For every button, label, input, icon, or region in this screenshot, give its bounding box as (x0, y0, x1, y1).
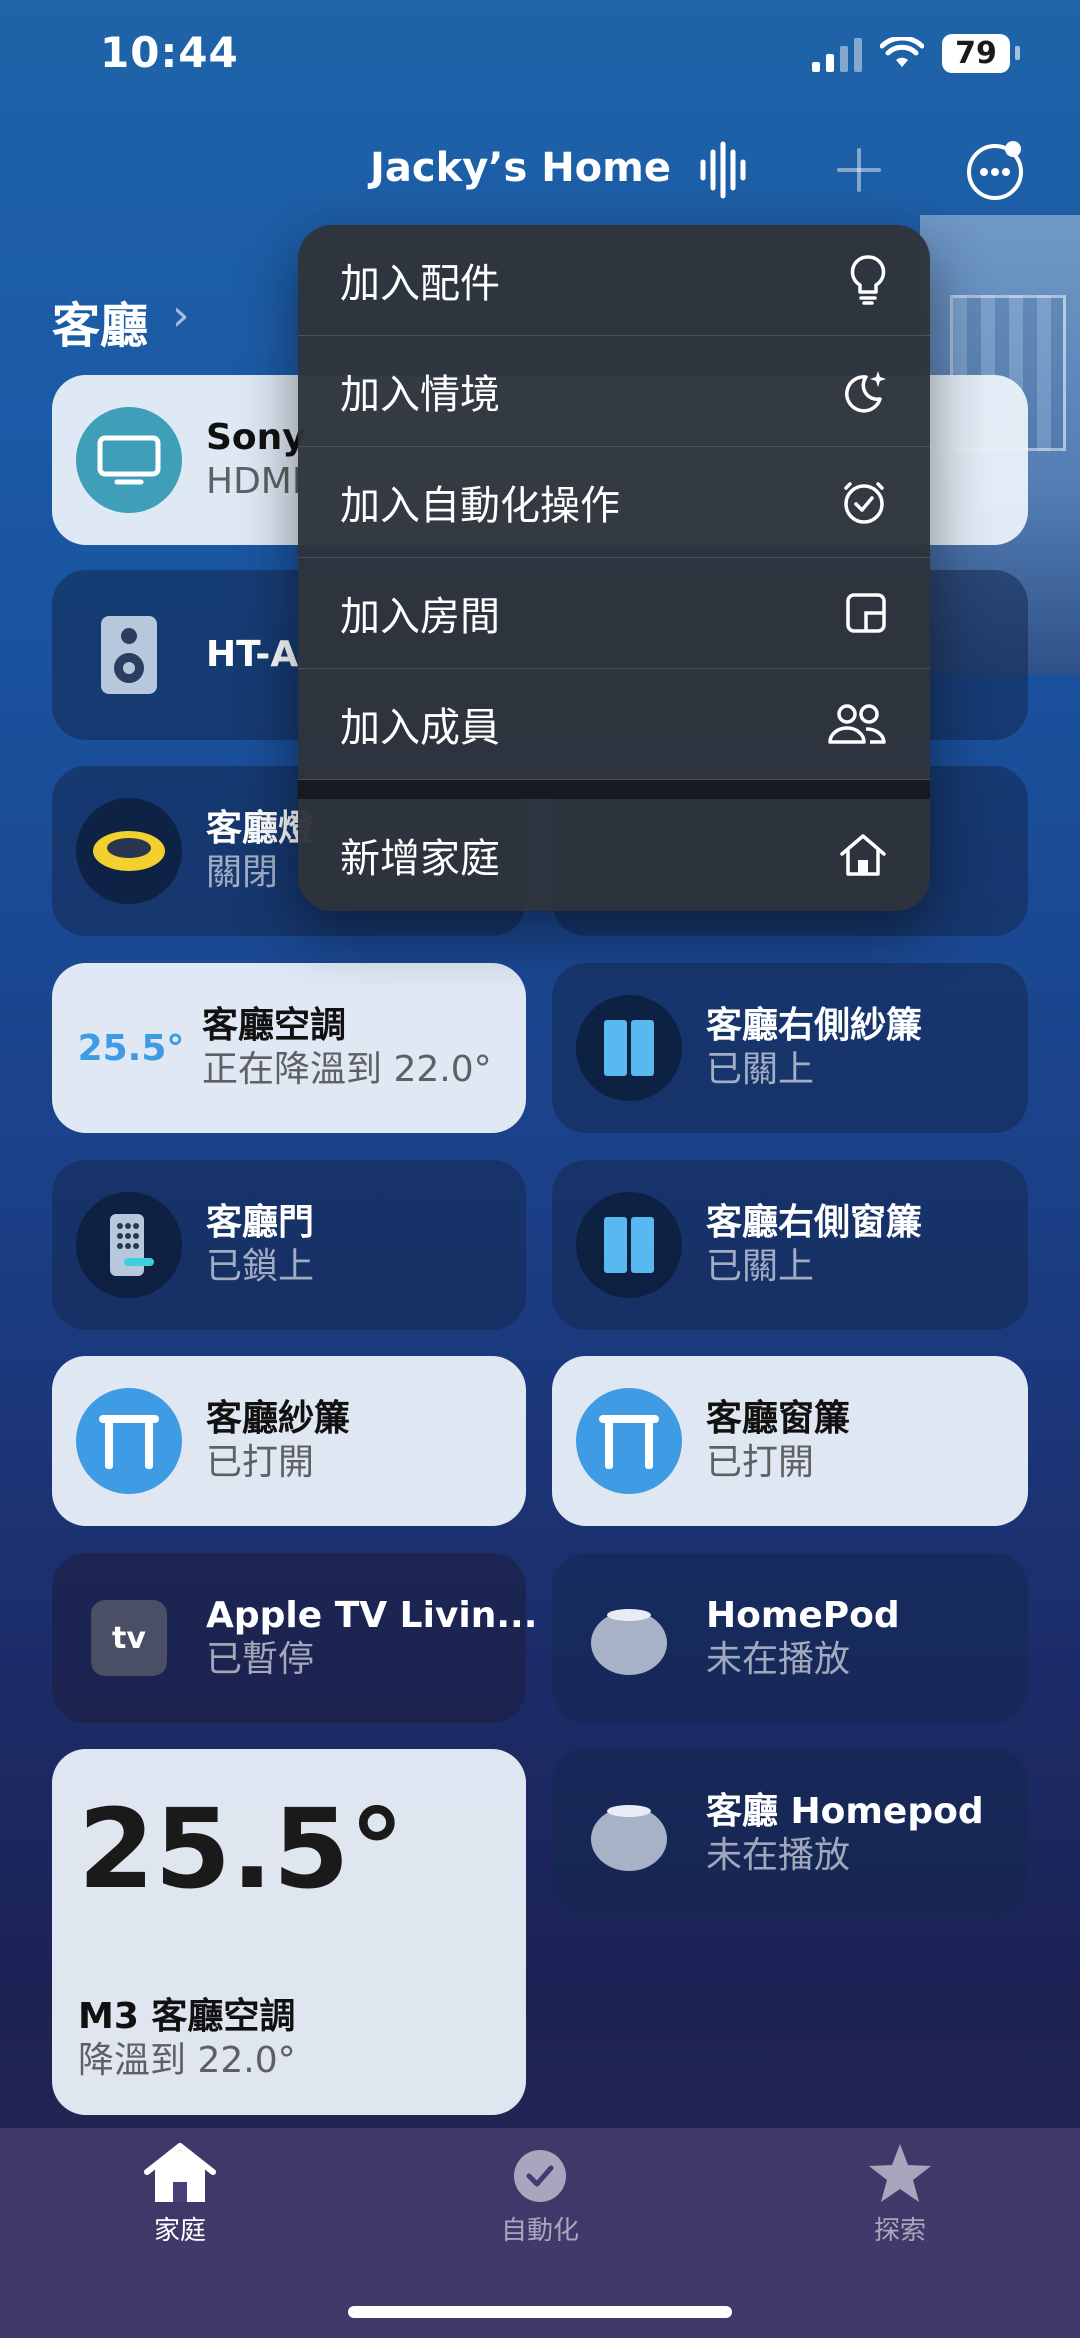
home-title[interactable]: Jacky’s Home (370, 145, 671, 191)
tab-discover[interactable]: 探索 (800, 2142, 1000, 2247)
wifi-icon (880, 36, 924, 67)
tile-homepod-living[interactable]: 客廳 Homepod 未在播放 (552, 1749, 1028, 1919)
add-icon[interactable] (824, 135, 894, 205)
menu-item-new-home[interactable]: 新增家庭 (298, 799, 930, 910)
ceiling-light-icon (76, 798, 182, 904)
chevron-right-icon[interactable]: › (172, 290, 190, 341)
tile-status: 已關上 (706, 1246, 815, 1287)
tile-status: 未在播放 (706, 1639, 851, 1680)
speaker-icon (76, 602, 182, 708)
tile-door[interactable]: 客廳門 已鎖上 (52, 1160, 526, 1330)
thermostat-temp: 25.5° (78, 1785, 405, 1913)
menu-item-add-member[interactable]: 加入成員 (298, 669, 930, 780)
door-lock-icon (76, 1192, 182, 1298)
tab-label: 自動化 (500, 2216, 579, 2246)
menu-item-add-accessory[interactable]: 加入配件 (298, 225, 930, 336)
curtain-open-icon (76, 1388, 182, 1494)
curtain-closed-icon (576, 1192, 682, 1298)
aircon-temp: 25.5° (77, 1027, 185, 1069)
menu-item-label: 加入房間 (340, 594, 500, 640)
homepod-icon (576, 1781, 682, 1887)
tab-label: 家庭 (153, 2216, 206, 2246)
tile-title: 客廳 Homepod (706, 1791, 984, 1832)
menu-item-add-scene[interactable]: 加入情境 (298, 336, 930, 447)
temperature-display: 25.5° (76, 995, 186, 1101)
status-icons: 79 (812, 34, 1020, 73)
house-icon (840, 833, 886, 876)
tile-status: 已打開 (206, 1442, 315, 1483)
apple-tv-badge: tv (112, 1620, 146, 1656)
tile-status: 已鎖上 (206, 1246, 315, 1287)
menu-item-add-room[interactable]: 加入房間 (298, 558, 930, 669)
tile-status: HDMI (206, 461, 303, 502)
clock-check-fill-icon (514, 2150, 566, 2202)
homepod-icon (576, 1585, 682, 1691)
tile-title: 客廳門 (206, 1202, 315, 1243)
moon-sparkle-icon (845, 371, 886, 413)
menu-item-label: 加入配件 (340, 261, 500, 307)
cellular-signal-icon (812, 36, 862, 72)
lightbulb-icon (850, 255, 886, 305)
tile-title: 客廳右側紗簾 (706, 1005, 923, 1046)
tab-label: 探索 (873, 2216, 926, 2246)
tile-thermostat-large[interactable]: 25.5° M3 客廳空調 降溫到 22.0° (52, 1749, 526, 2115)
curtain-open-icon (576, 1388, 682, 1494)
menu-separator (298, 780, 930, 799)
more-options-icon[interactable] (960, 135, 1030, 205)
tab-home[interactable]: 家庭 (80, 2142, 280, 2247)
clock-check-icon (844, 482, 884, 524)
people-icon (828, 704, 886, 744)
menu-item-label: 新增家庭 (340, 835, 500, 882)
tile-title: 客廳紗簾 (206, 1398, 351, 1439)
apple-tv-icon: tv (76, 1585, 182, 1691)
tile-status: 未在播放 (706, 1835, 851, 1876)
tile-title: M3 客廳空調 (78, 1996, 296, 2037)
tile-apple-tv[interactable]: tv Apple TV Livin... 已暫停 (52, 1553, 537, 1723)
tile-status: 降溫到 22.0° (78, 2040, 296, 2081)
tile-status: 已打開 (706, 1442, 815, 1483)
menu-item-label: 加入自動化操作 (340, 483, 620, 529)
room-title[interactable]: 客廳 (52, 286, 148, 356)
tab-automation[interactable]: 自動化 (440, 2142, 640, 2247)
curtain-closed-icon (576, 995, 682, 1101)
menu-item-add-automation[interactable]: 加入自動化操作 (298, 447, 930, 558)
tile-title: Apple TV Livin... (206, 1595, 538, 1636)
status-time: 10:44 (100, 28, 239, 77)
tile-homepod[interactable]: HomePod 未在播放 (552, 1553, 1028, 1723)
menu-item-label: 加入情境 (340, 372, 500, 418)
star-icon (869, 2144, 931, 2202)
tile-title: HT-A (206, 634, 299, 675)
tile-right-curtain[interactable]: 客廳右側窗簾 已關上 (552, 1160, 1028, 1330)
tile-title: 客廳窗簾 (706, 1398, 851, 1439)
tile-status: 已暫停 (206, 1639, 315, 1680)
tile-curtain[interactable]: 客廳窗簾 已打開 (552, 1356, 1028, 1526)
siri-waveform-icon[interactable] (690, 135, 760, 205)
tile-title: 客廳右側窗簾 (706, 1202, 923, 1243)
battery-indicator: 79 (942, 34, 1020, 73)
tile-right-sheer[interactable]: 客廳右側紗簾 已關上 (552, 963, 1028, 1133)
home-indicator (348, 2306, 732, 2318)
tile-aircon[interactable]: 25.5° 客廳空調 正在降溫到 22.0° (52, 963, 526, 1133)
room-icon (846, 593, 886, 633)
tile-title: HomePod (706, 1595, 900, 1636)
tile-sheer[interactable]: 客廳紗簾 已打開 (52, 1356, 526, 1526)
tile-title: 客廳空調 (202, 1005, 347, 1046)
tile-status: 正在降溫到 22.0° (202, 1049, 492, 1090)
tile-title: Sony (206, 417, 306, 458)
tv-icon (76, 407, 182, 513)
tile-status: 已關上 (706, 1049, 815, 1090)
house-fill-icon (144, 2143, 216, 2202)
add-menu-popup: 加入配件 加入情境 加入自動化操作 加入房間 加入成員 新增家庭 (298, 225, 930, 911)
menu-item-label: 加入成員 (340, 705, 500, 751)
